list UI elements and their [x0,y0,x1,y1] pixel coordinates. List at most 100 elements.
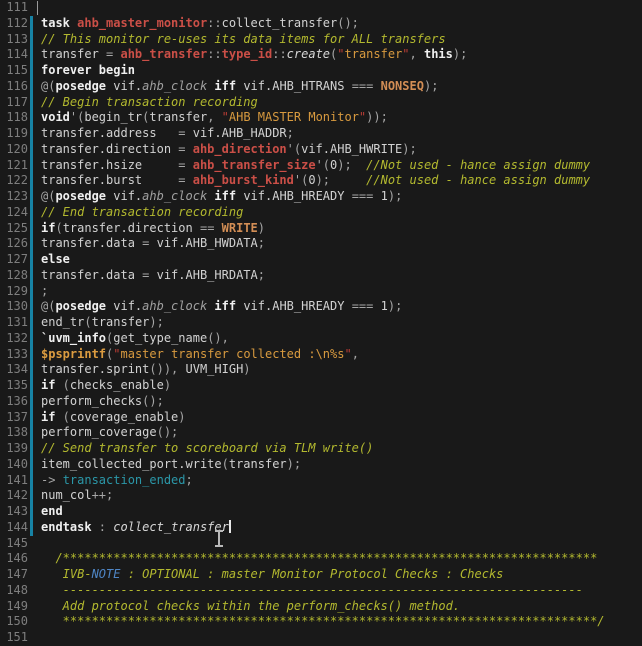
code-line[interactable]: 147 IVB-NOTE : OPTIONAL : master Monitor… [0,567,642,583]
code-line[interactable]: 151 [0,630,642,646]
code-line[interactable]: 144endtask : collect_transfer [0,520,642,536]
line-number[interactable]: 129 [0,284,28,300]
line-number[interactable]: 144 [0,520,28,536]
line-number[interactable]: 111 [0,0,28,16]
code-line[interactable]: 115forever begin [0,63,642,79]
code-line[interactable]: 132`uvm_info(get_type_name(), [0,331,642,347]
code-line[interactable]: 112task ahb_master_monitor::collect_tran… [0,16,642,32]
gutter-modified-indicator [30,268,33,284]
code-line[interactable]: 120 transfer.direction = ahb_direction'(v… [0,142,642,158]
line-number[interactable]: 127 [0,252,28,268]
line-number[interactable]: 142 [0,488,28,504]
code-token: transfer.direction [41,142,178,156]
line-number[interactable]: 117 [0,95,28,111]
code-token: vif.AHB_HWDATA [157,236,258,250]
line-number[interactable]: 141 [0,473,28,489]
code-line[interactable]: 139 // Send transfer to scoreboard via TL… [0,441,642,457]
code-line[interactable]: 136perform_checks(); [0,394,642,410]
code-line[interactable]: 119transfer.address = vif.AHB_HADDR; [0,126,642,142]
line-number[interactable]: 123 [0,189,28,205]
line-number[interactable]: 151 [0,630,28,646]
line-number[interactable]: 134 [0,362,28,378]
code-line[interactable]: 111 [0,0,642,16]
line-number[interactable]: 137 [0,410,28,426]
code-line[interactable]: 127else [0,252,642,268]
code-token: type_id [222,47,273,61]
line-number[interactable]: 116 [0,79,28,95]
line-number[interactable]: 138 [0,425,28,441]
code-line[interactable]: 148 ------------------------------------… [0,583,642,599]
line-number[interactable]: 113 [0,32,28,48]
code-line[interactable]: 145 [0,536,642,552]
line-number[interactable]: 114 [0,47,28,63]
code-text: transfer.direction = ahb_direction'(vif.… [41,142,642,158]
line-number[interactable]: 128 [0,268,28,284]
gutter-modified-indicator [30,110,33,126]
line-number[interactable]: 119 [0,126,28,142]
line-number[interactable]: 149 [0,599,28,615]
code-line[interactable]: 131end_tr(transfer); [0,315,642,331]
line-number[interactable]: 130 [0,299,28,315]
line-number[interactable]: 125 [0,221,28,237]
code-line[interactable]: 135if (checks_enable) [0,378,642,394]
line-number[interactable]: 120 [0,142,28,158]
line-number[interactable]: 135 [0,378,28,394]
gutter-modified-indicator [30,315,33,331]
line-number[interactable]: 132 [0,331,28,347]
code-token: create [287,47,330,61]
code-line[interactable]: 117 // Begin transaction recording [0,95,642,111]
code-token: ; [186,473,193,487]
code-line[interactable]: 130@(posedge vif.ahb_clock iff vif.AHB_H… [0,299,642,315]
line-number[interactable]: 122 [0,173,28,189]
code-line[interactable]: 146 /***********************************… [0,551,642,567]
line-number[interactable]: 118 [0,110,28,126]
code-token: ) [164,378,171,392]
line-number[interactable]: 146 [0,551,28,567]
code-token: 1 [381,189,388,203]
line-number[interactable]: 136 [0,394,28,410]
code-line[interactable]: 142num_col++; [0,488,642,504]
code-line[interactable]: 128transfer.data = vif.AHB_HRDATA; [0,268,642,284]
code-line[interactable]: 116@(posedge vif.ahb_clock iff vif.AHB_H… [0,79,642,95]
code-line[interactable]: 134transfer.sprint()), UVM_HIGH) [0,362,642,378]
code-line[interactable]: 133$psprintf("master transfer collected … [0,347,642,363]
code-line[interactable]: 123@(posedge vif.ahb_clock iff vif.AHB_H… [0,189,642,205]
code-token: end_tr [41,315,84,329]
line-number[interactable]: 145 [0,536,28,552]
line-number[interactable]: 139 [0,441,28,457]
code-line[interactable]: 138perform_coverage(); [0,425,642,441]
code-line[interactable]: 122transfer.burst = ahb_burst_kind'(0); … [0,173,642,189]
line-number[interactable]: 115 [0,63,28,79]
line-number[interactable]: 112 [0,16,28,32]
line-number[interactable]: 148 [0,583,28,599]
code-line[interactable]: 125if(transfer.direction == WRITE) [0,221,642,237]
line-number[interactable]: 131 [0,315,28,331]
line-number[interactable]: 124 [0,205,28,221]
code-line[interactable]: 129; [0,284,642,300]
code-line[interactable]: 114transfer = ahb_transfer::type_id::cre… [0,47,642,63]
code-line[interactable]: 137if (coverage_enable) [0,410,642,426]
code-token: ahb_burst_kind [193,173,294,187]
code-line[interactable]: 121transfer.hsize = ahb_transfer_size'(0… [0,158,642,174]
code-line[interactable]: 143end [0,504,642,520]
code-line[interactable]: 150 ************************************… [0,614,642,630]
code-line[interactable]: 149 Add protocol checks within the perfo… [0,599,642,615]
code-token: , [352,347,359,361]
code-line[interactable]: 140item_collected_port.write(transfer); [0,457,642,473]
code-line[interactable]: 126transfer.data = vif.AHB_HWDATA; [0,236,642,252]
line-number[interactable]: 150 [0,614,28,630]
code-line[interactable]: 124// End transaction recording [0,205,642,221]
code-editor[interactable]: 111112task ahb_master_monitor::collect_t… [0,0,642,646]
code-line[interactable]: 141-> transaction_ended; [0,473,642,489]
line-number[interactable]: 133 [0,347,28,363]
line-number[interactable]: 143 [0,504,28,520]
line-number[interactable]: 140 [0,457,28,473]
line-number[interactable]: 126 [0,236,28,252]
code-line[interactable]: 118void'(begin_tr(transfer, "AHB MASTER … [0,110,642,126]
code-text: // Begin transaction recording [41,95,642,111]
code-token: (); [157,425,179,439]
code-text: // Send transfer to scoreboard via TLM w… [41,441,642,457]
code-line[interactable]: 113// This monitor re-uses its data item… [0,32,642,48]
line-number[interactable]: 147 [0,567,28,583]
line-number[interactable]: 121 [0,158,28,174]
